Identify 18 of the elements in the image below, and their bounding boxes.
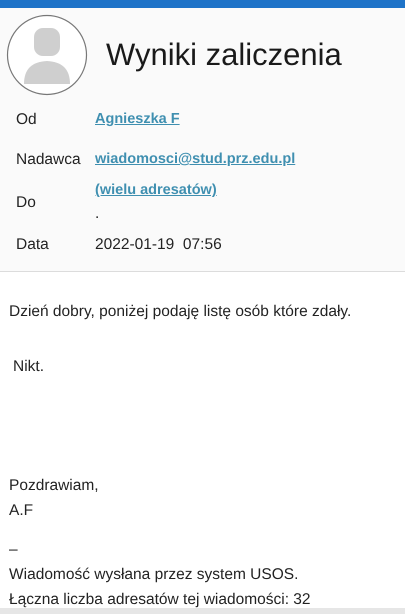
field-label: Data	[16, 235, 50, 256]
field-label: Do	[16, 192, 37, 213]
field-value: 2022-01-19 07:56	[95, 235, 222, 256]
field-value: .	[95, 204, 100, 224]
message-text: Łączna liczba adresatów tej wiadomości: 32	[9, 590, 311, 610]
field-label: Nadawca	[16, 150, 82, 170]
address-link[interactable]: Agnieszka F	[95, 109, 180, 131]
address-link[interactable]: (wielu adresatów)	[95, 180, 217, 202]
message-text: Wiadomość wysłana przez system USOS.	[9, 564, 298, 584]
message-text: Nikt.	[12, 357, 44, 378]
email-subject: Wyniki zaliczenia	[106, 36, 342, 74]
avatar-icon	[6, 14, 88, 96]
address-link[interactable]: wiadomosci@stud.prz.edu.pl	[95, 149, 296, 171]
message-text: A.F	[9, 500, 34, 520]
message-text: –	[9, 540, 18, 560]
message-text: Dzień dobry, poniżej podaję listę osób które zdały.	[9, 302, 352, 322]
field-label: Od	[16, 110, 38, 130]
message-text: Pozdrawiam,	[9, 476, 99, 496]
